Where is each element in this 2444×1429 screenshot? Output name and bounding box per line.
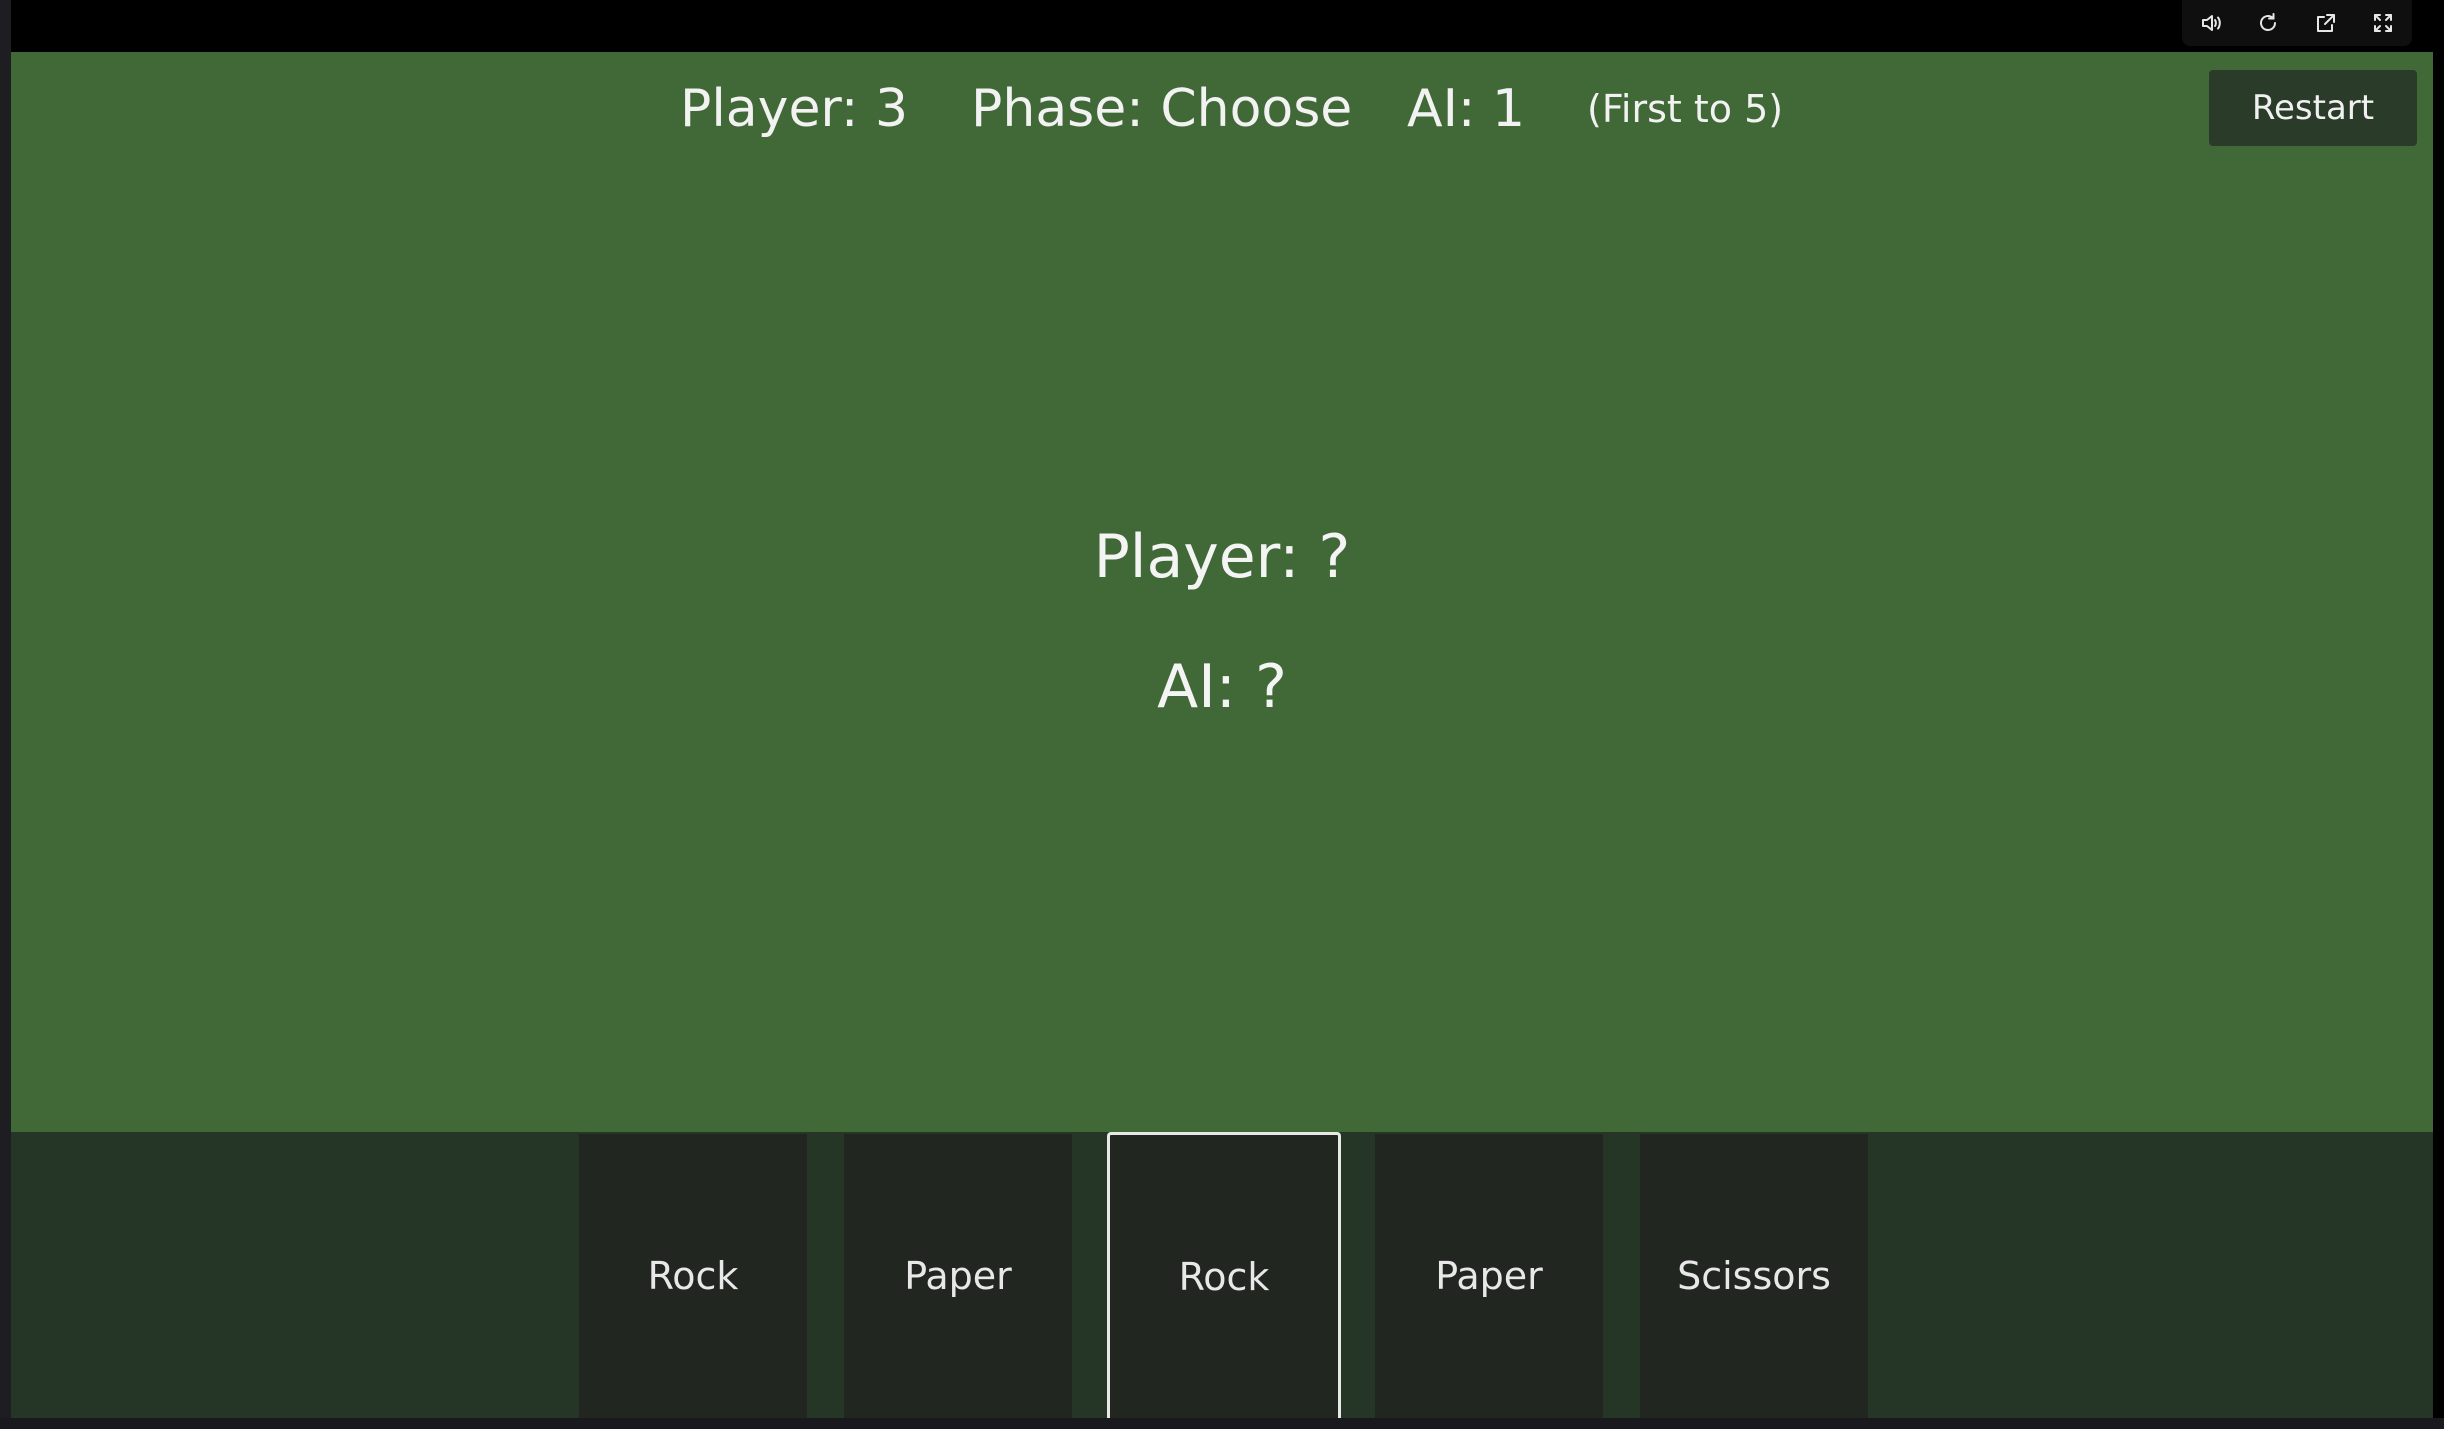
card-paper[interactable]: Paper <box>844 1134 1072 1418</box>
game-canvas: Player: 3 Phase: Choose AI: 1 (First to … <box>11 52 2433 1418</box>
ai-score: AI: 1 <box>1407 79 1526 139</box>
card-paper[interactable]: Paper <box>1375 1134 1603 1418</box>
open-external-icon[interactable] <box>2306 3 2346 43</box>
window-left-edge <box>0 0 11 1429</box>
win-condition: (First to 5) <box>1587 87 1784 131</box>
card-hand: Rock Paper Rock Paper Scissors <box>11 1132 2433 1418</box>
window-bottom-edge <box>0 1418 2444 1429</box>
score-hud: Player: 3 Phase: Choose AI: 1 (First to … <box>11 74 2433 144</box>
card-rock-selected[interactable]: Rock <box>1107 1132 1341 1418</box>
volume-icon[interactable] <box>2191 3 2231 43</box>
card-rock[interactable]: Rock <box>579 1134 807 1418</box>
reload-icon[interactable] <box>2248 3 2288 43</box>
fullscreen-icon[interactable] <box>2363 3 2403 43</box>
player-choice-reveal: Player: ? <box>1093 522 1351 592</box>
player-controls <box>2182 0 2412 46</box>
phase-indicator: Phase: Choose <box>971 79 1353 139</box>
card-scissors[interactable]: Scissors <box>1640 1134 1868 1418</box>
player-score: Player: 3 <box>680 79 909 139</box>
restart-button[interactable]: Restart <box>2209 70 2417 146</box>
browser-top-bar <box>0 0 2444 52</box>
ai-choice-reveal: AI: ? <box>1157 652 1287 722</box>
